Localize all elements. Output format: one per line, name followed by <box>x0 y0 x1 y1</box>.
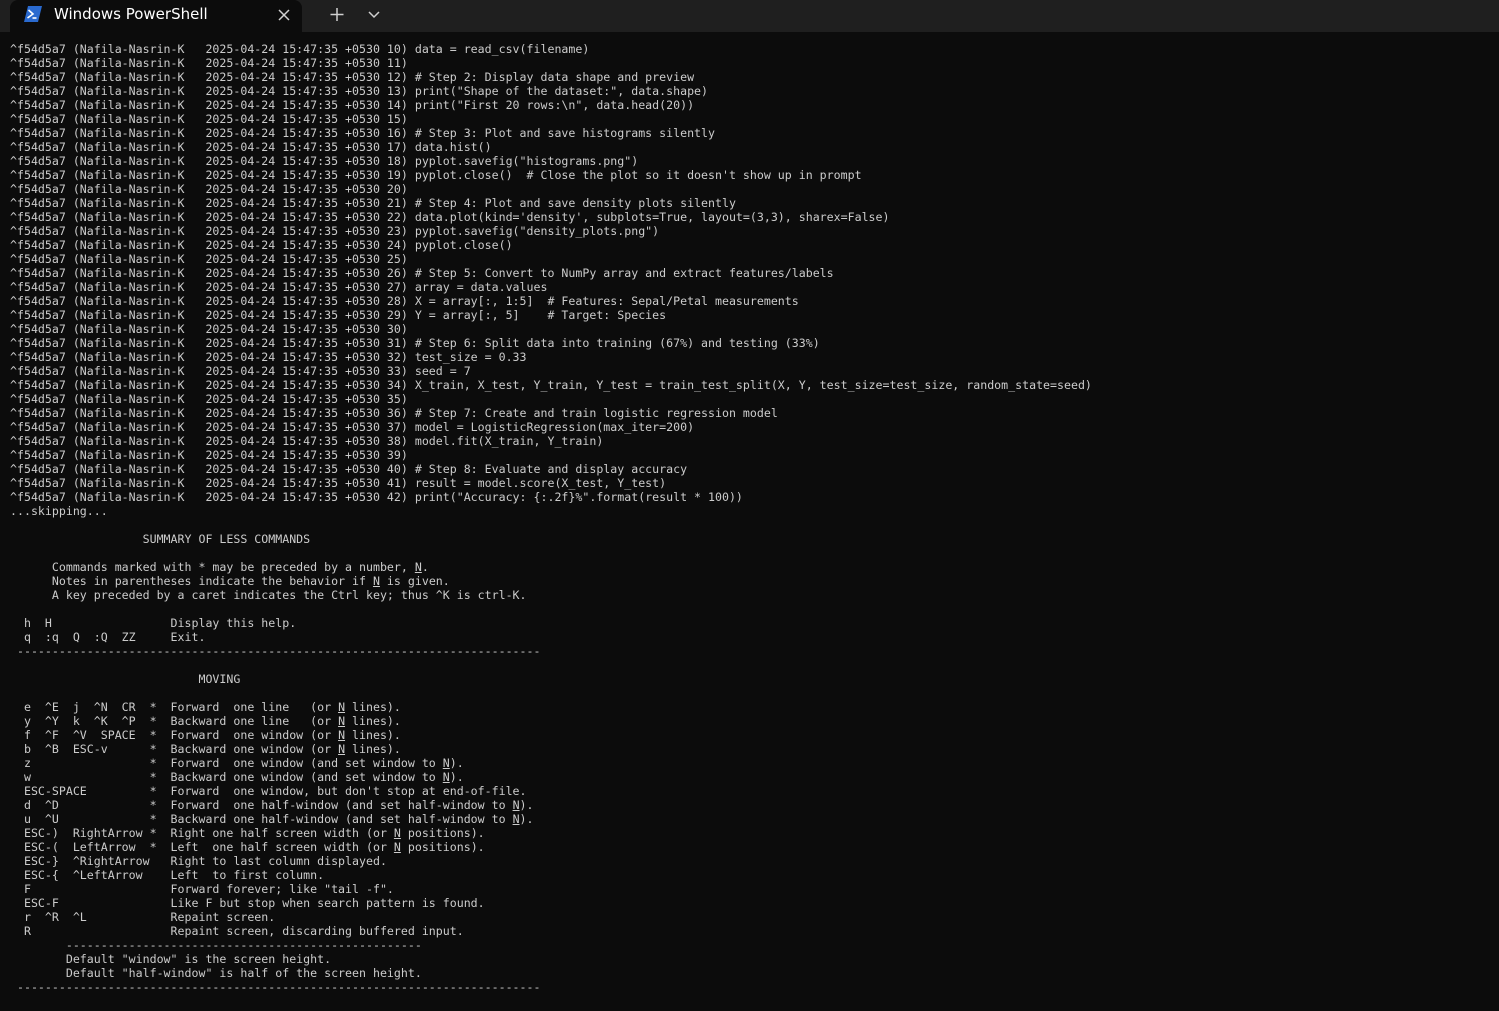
terminal-line: ESC-( LeftArrow * Left one half screen w… <box>10 840 485 854</box>
terminal-line: q :q Q :Q ZZ Exit. <box>10 630 206 644</box>
terminal-line: ^f54d5a7 (Nafila-Nasrin-K 2025-04-24 15:… <box>10 322 408 336</box>
terminal-line: ^f54d5a7 (Nafila-Nasrin-K 2025-04-24 15:… <box>10 56 408 70</box>
terminal-line: Commands marked with * may be preceded b… <box>10 560 429 574</box>
terminal-line: y ^Y k ^K ^P * Backward one line (or N l… <box>10 714 401 728</box>
terminal-line: ^f54d5a7 (Nafila-Nasrin-K 2025-04-24 15:… <box>10 420 695 434</box>
terminal-line: ^f54d5a7 (Nafila-Nasrin-K 2025-04-24 15:… <box>10 126 715 140</box>
terminal-line: F Forward forever; like "tail -f". <box>10 882 394 896</box>
terminal-line: ^f54d5a7 (Nafila-Nasrin-K 2025-04-24 15:… <box>10 308 667 322</box>
terminal-line: ^f54d5a7 (Nafila-Nasrin-K 2025-04-24 15:… <box>10 490 743 504</box>
terminal-line: ^f54d5a7 (Nafila-Nasrin-K 2025-04-24 15:… <box>10 42 590 56</box>
terminal-line: u ^U * Backward one half-window (and set… <box>10 812 534 826</box>
terminal-line: MOVING <box>10 672 241 686</box>
terminal-line: ^f54d5a7 (Nafila-Nasrin-K 2025-04-24 15:… <box>10 294 799 308</box>
plus-icon[interactable] <box>324 2 350 26</box>
terminal-line: w * Backward one window (and set window … <box>10 770 464 784</box>
terminal-line: ^f54d5a7 (Nafila-Nasrin-K 2025-04-24 15:… <box>10 350 527 364</box>
terminal-line: Default "half-window" is half of the scr… <box>10 966 422 980</box>
terminal-line: e ^E j ^N CR * Forward one line (or N li… <box>10 700 401 714</box>
terminal-line: ESC-F Like F but stop when search patter… <box>10 896 485 910</box>
terminal-line: ^f54d5a7 (Nafila-Nasrin-K 2025-04-24 15:… <box>10 252 408 266</box>
terminal-line: Default "window" is the screen height. <box>10 952 332 966</box>
terminal-line: ^f54d5a7 (Nafila-Nasrin-K 2025-04-24 15:… <box>10 364 471 378</box>
terminal-line: ^f54d5a7 (Nafila-Nasrin-K 2025-04-24 15:… <box>10 168 862 182</box>
terminal-line: ^f54d5a7 (Nafila-Nasrin-K 2025-04-24 15:… <box>10 196 736 210</box>
terminal-line: Notes in parentheses indicate the behavi… <box>10 574 450 588</box>
terminal-output[interactable]: ^f54d5a7 (Nafila-Nasrin-K 2025-04-24 15:… <box>10 42 1490 1002</box>
close-icon[interactable] <box>274 5 294 25</box>
terminal-line: A key preceded by a caret indicates the … <box>10 588 527 602</box>
terminal-line: ^f54d5a7 (Nafila-Nasrin-K 2025-04-24 15:… <box>10 182 408 196</box>
terminal-line: ^f54d5a7 (Nafila-Nasrin-K 2025-04-24 15:… <box>10 224 660 238</box>
powershell-icon <box>24 6 42 22</box>
terminal-line: b ^B ESC-v * Backward one window (or N l… <box>10 742 401 756</box>
terminal-line: ESC-{ ^LeftArrow Left to first column. <box>10 868 325 882</box>
terminal-line: ^f54d5a7 (Nafila-Nasrin-K 2025-04-24 15:… <box>10 98 695 112</box>
terminal-line: ^f54d5a7 (Nafila-Nasrin-K 2025-04-24 15:… <box>10 392 408 406</box>
terminal-line: ----------------------------------------… <box>10 980 541 994</box>
terminal-line: ^f54d5a7 (Nafila-Nasrin-K 2025-04-24 15:… <box>10 448 408 462</box>
title-bar: Windows PowerShell <box>0 0 1499 32</box>
chevron-down-icon[interactable] <box>362 2 386 26</box>
terminal-line: ^f54d5a7 (Nafila-Nasrin-K 2025-04-24 15:… <box>10 112 408 126</box>
terminal-line: h H Display this help. <box>10 616 297 630</box>
terminal-line: ^f54d5a7 (Nafila-Nasrin-K 2025-04-24 15:… <box>10 280 548 294</box>
terminal-line: SUMMARY OF LESS COMMANDS <box>10 532 311 546</box>
terminal-line: ESC-) RightArrow * Right one half screen… <box>10 826 485 840</box>
terminal-line: z * Forward one window (and set window t… <box>10 756 464 770</box>
tab-title: Windows PowerShell <box>54 5 208 23</box>
terminal-line: ^f54d5a7 (Nafila-Nasrin-K 2025-04-24 15:… <box>10 406 778 420</box>
terminal-line: f ^F ^V SPACE * Forward one window (or N… <box>10 728 401 742</box>
terminal-line: ^f54d5a7 (Nafila-Nasrin-K 2025-04-24 15:… <box>10 70 695 84</box>
tab-powershell[interactable]: Windows PowerShell <box>10 0 302 32</box>
terminal-line: ^f54d5a7 (Nafila-Nasrin-K 2025-04-24 15:… <box>10 238 513 252</box>
terminal-line: ^f54d5a7 (Nafila-Nasrin-K 2025-04-24 15:… <box>10 336 820 350</box>
terminal-line: ^f54d5a7 (Nafila-Nasrin-K 2025-04-24 15:… <box>10 378 1092 392</box>
terminal-line: r ^R ^L Repaint screen. <box>10 910 276 924</box>
terminal-line: ESC-SPACE * Forward one window, but don'… <box>10 784 527 798</box>
terminal-line: ^f54d5a7 (Nafila-Nasrin-K 2025-04-24 15:… <box>10 210 890 224</box>
terminal-line: ^f54d5a7 (Nafila-Nasrin-K 2025-04-24 15:… <box>10 462 688 476</box>
terminal-line: ----------------------------------------… <box>10 644 541 658</box>
terminal-line: d ^D * Forward one half-window (and set … <box>10 798 534 812</box>
terminal-line: ----------------------------------------… <box>10 938 422 952</box>
terminal-line: ^f54d5a7 (Nafila-Nasrin-K 2025-04-24 15:… <box>10 476 667 490</box>
terminal-line: ...skipping... <box>10 504 108 518</box>
terminal-line: ESC-} ^RightArrow Right to last column d… <box>10 854 387 868</box>
terminal-line: ^f54d5a7 (Nafila-Nasrin-K 2025-04-24 15:… <box>10 434 604 448</box>
scrollbar[interactable] <box>1490 32 1499 1011</box>
terminal-line: ^f54d5a7 (Nafila-Nasrin-K 2025-04-24 15:… <box>10 140 492 154</box>
terminal-line: ^f54d5a7 (Nafila-Nasrin-K 2025-04-24 15:… <box>10 266 834 280</box>
terminal-line: ^f54d5a7 (Nafila-Nasrin-K 2025-04-24 15:… <box>10 84 709 98</box>
terminal-line: R Repaint screen, discarding buffered in… <box>10 924 464 938</box>
terminal-line: ^f54d5a7 (Nafila-Nasrin-K 2025-04-24 15:… <box>10 154 639 168</box>
